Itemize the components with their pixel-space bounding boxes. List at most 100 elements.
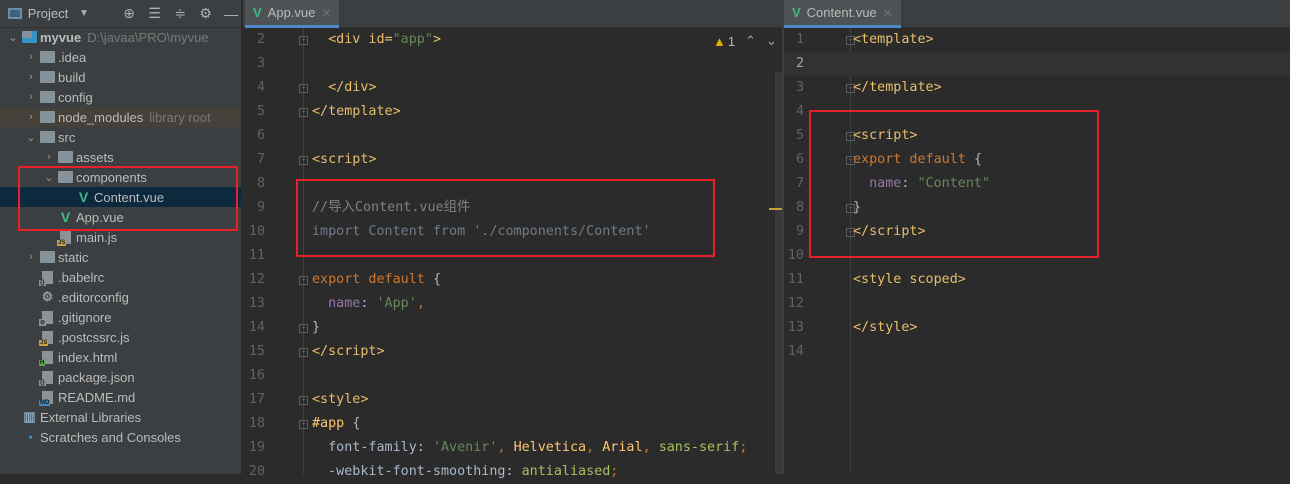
tab-app-vue[interactable]: V App.vue ✕: [245, 0, 340, 28]
tree-item[interactable]: ◔ Scratches and Consoles: [0, 427, 241, 447]
code-token: name: [328, 296, 361, 311]
tree-item[interactable]: {} package.json: [0, 367, 241, 387]
code-line[interactable]: 3− </template>: [784, 76, 1290, 100]
project-view-selector[interactable]: Project: [28, 6, 68, 21]
inspection-widget[interactable]: ▲ 1 ⌃ ⌄: [713, 33, 777, 49]
fold-marker-icon[interactable]: −: [299, 420, 308, 429]
tree-item-label: .gitignore: [58, 309, 112, 325]
code-line[interactable]: 17 − <style>: [243, 388, 782, 412]
tree-item[interactable]: › config: [0, 87, 241, 107]
line-number: 11: [248, 248, 265, 263]
tree-item[interactable]: ⌄ myvue D:\javaa\PRO\myvue: [0, 27, 241, 47]
code-line[interactable]: 16: [243, 364, 782, 388]
tree-item[interactable]: ⚙ .editorconfig: [0, 287, 241, 307]
chevron-right-icon[interactable]: ›: [42, 151, 56, 163]
line-number: 17: [248, 392, 265, 407]
line-number: 16: [248, 368, 265, 383]
line-number: 8: [256, 176, 265, 191]
code-token: Arial: [602, 440, 643, 455]
line-number: 10: [787, 248, 804, 263]
tree-item[interactable]: › assets: [0, 147, 241, 167]
fold-marker-icon[interactable]: −: [299, 348, 308, 357]
locate-icon[interactable]: ⊕: [119, 5, 139, 22]
highlight-box: [809, 110, 1099, 258]
line-number: 15: [248, 344, 265, 359]
tree-item[interactable]: ▥ External Libraries: [0, 407, 241, 427]
collapse-all-icon[interactable]: ≑: [170, 5, 190, 22]
fold-marker-icon[interactable]: −: [299, 36, 308, 45]
code-token: ;: [610, 464, 619, 479]
code-line[interactable]: 2 − <div id="app">: [243, 28, 782, 52]
expand-all-icon[interactable]: ☰: [145, 5, 165, 22]
fold-marker-icon[interactable]: −: [299, 156, 308, 165]
chevron-right-icon[interactable]: ›: [24, 51, 38, 63]
tree-item[interactable]: › build: [0, 67, 241, 87]
minimize-icon[interactable]: —: [221, 6, 241, 22]
chevron-down-icon[interactable]: ⌄: [6, 31, 20, 44]
code-line[interactable]: 12: [784, 292, 1290, 316]
line-number: 5: [256, 104, 265, 119]
tree-item-label: static: [58, 249, 89, 265]
line-number: 8: [795, 200, 804, 215]
fold-marker-icon[interactable]: −: [299, 84, 308, 93]
tree-item[interactable]: JS .postcssrc.js: [0, 327, 241, 347]
tree-item[interactable]: › .idea: [0, 47, 241, 67]
code-line[interactable]: 19 font-family: 'Avenir', Helvetica, Ari…: [243, 436, 782, 460]
chevron-right-icon[interactable]: ›: [24, 111, 38, 123]
code-line[interactable]: 11 <style scoped>: [784, 268, 1290, 292]
code-line[interactable]: 15 − </script>: [243, 340, 782, 364]
code-line[interactable]: 14 −}: [243, 316, 782, 340]
folder-icon: [40, 71, 55, 83]
code-line[interactable]: 13 </style>: [784, 316, 1290, 340]
highlight-box: [18, 166, 238, 231]
tree-item-label: .postcssrc.js: [58, 329, 130, 345]
file-glyph: JS: [57, 230, 71, 246]
warning-count: 1: [727, 33, 736, 49]
code-line[interactable]: 18 − #app {: [243, 412, 782, 436]
close-icon[interactable]: ✕: [883, 6, 893, 20]
chevron-down-icon[interactable]: ▼: [74, 8, 94, 19]
code-line[interactable]: 2: [784, 52, 1290, 76]
tree-item-label: node_modules: [58, 109, 144, 125]
gear-icon[interactable]: ⚙: [196, 5, 216, 22]
fold-marker-icon[interactable]: −: [299, 396, 308, 405]
code-line[interactable]: 13 name: 'App',: [243, 292, 782, 316]
tree-item-label: src: [58, 129, 76, 145]
code-token: 'Avenir': [432, 440, 498, 455]
line-number: 4: [256, 80, 265, 95]
tree-item[interactable]: › node_modules library root: [0, 107, 241, 127]
folder-icon: [40, 91, 55, 103]
chevron-down-icon[interactable]: ⌄: [24, 131, 38, 144]
fold-marker-icon[interactable]: −: [299, 276, 308, 285]
code-line[interactable]: 6: [243, 124, 782, 148]
code-text: </template>: [853, 76, 942, 100]
tree-item[interactable]: {} .babelrc: [0, 267, 241, 287]
tab-content-vue[interactable]: V Content.vue ✕: [784, 0, 901, 28]
code-line[interactable]: 3: [243, 52, 782, 76]
chevron-right-icon[interactable]: ›: [24, 251, 38, 263]
chevron-right-icon[interactable]: ›: [24, 71, 38, 83]
code-token: <style scoped>: [853, 272, 966, 287]
tree-item[interactable]: ⌄ src: [0, 127, 241, 147]
code-line[interactable]: 14: [784, 340, 1290, 364]
chevron-right-icon[interactable]: ›: [24, 91, 38, 103]
fold-marker-icon[interactable]: −: [299, 108, 308, 117]
fold-marker-icon[interactable]: −: [299, 324, 308, 333]
close-icon[interactable]: ✕: [321, 6, 331, 20]
tree-item[interactable]: MD README.md: [0, 387, 241, 407]
tree-item[interactable]: ⊘ .gitignore: [0, 307, 241, 327]
code-token: #app: [312, 416, 353, 431]
tree-item[interactable]: Hindex.html: [0, 347, 241, 367]
code-token: :: [360, 296, 377, 311]
code-line[interactable]: 5 − </template>: [243, 100, 782, 124]
code-line[interactable]: 20 -webkit-font-smoothing: antialiased;: [243, 460, 782, 484]
tree-item[interactable]: › static: [0, 247, 241, 267]
line-number: 10: [248, 224, 265, 239]
code-line[interactable]: 4 − </div>: [243, 76, 782, 100]
previous-highlight-icon[interactable]: ⌃: [745, 33, 756, 49]
code-text: #app {: [312, 412, 360, 436]
code-line[interactable]: 7 − <script>: [243, 148, 782, 172]
code-line[interactable]: 12 − export default {: [243, 268, 782, 292]
code-line[interactable]: 1− <template>: [784, 28, 1290, 52]
